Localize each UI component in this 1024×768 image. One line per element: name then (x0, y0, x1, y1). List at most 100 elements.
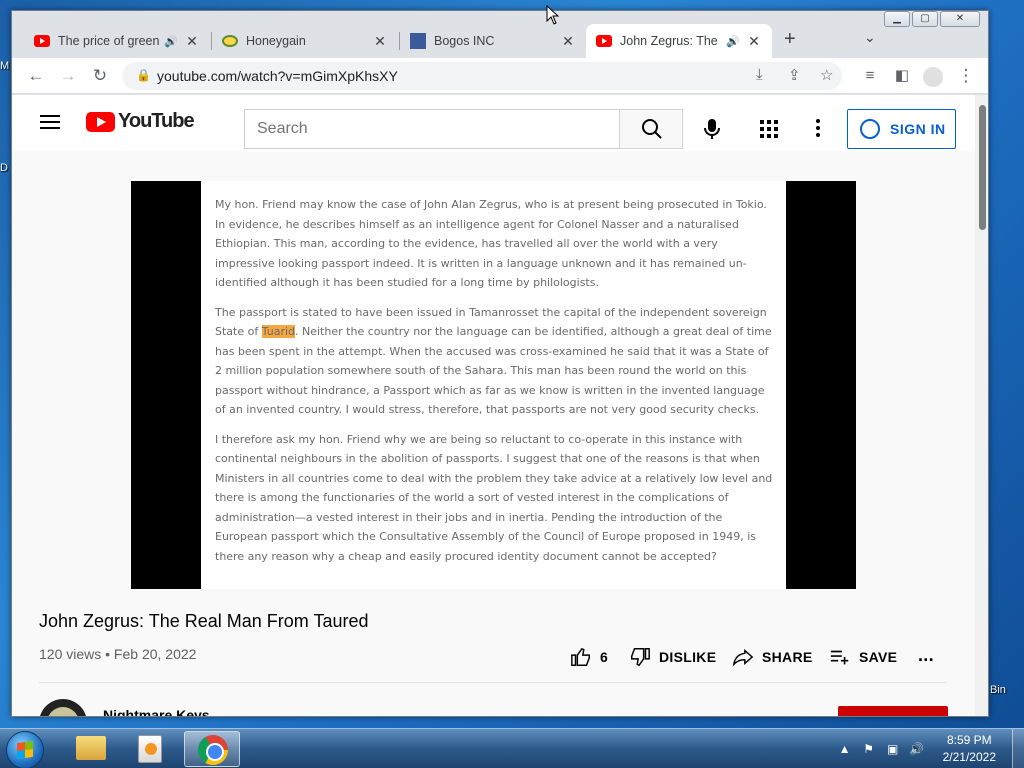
browser-window: The price of green 🔊 ✕ Honeygain ✕ Bogos… (11, 10, 989, 717)
like-button[interactable]: 6 (570, 645, 608, 669)
url-text[interactable]: youtube.com/watch?v=mGimXpKhsXY (157, 68, 398, 84)
desktop-icon-label: M (0, 60, 10, 72)
sign-in-button[interactable]: SIGN IN (847, 109, 956, 149)
tab-john-zegrus[interactable]: John Zegrus: The R 🔊 ✕ (586, 24, 772, 58)
tab-bogos-inc[interactable]: Bogos INC ✕ (400, 24, 586, 58)
forward-arrow-icon[interactable]: → (56, 64, 80, 88)
microphone-icon (704, 119, 720, 139)
subscribe-button[interactable]: SUBSCRIBE (838, 706, 948, 716)
media-player-icon (138, 735, 162, 763)
youtube-logo-icon (86, 111, 115, 132)
youtube-logo-text: YouTube (118, 110, 195, 132)
youtube-favicon-icon (34, 35, 50, 47)
mouse-cursor-icon (546, 5, 560, 25)
back-arrow-icon[interactable]: ← (24, 64, 48, 88)
search-input[interactable] (245, 110, 619, 148)
tab-title: Bogos INC (434, 34, 495, 48)
apps-grid-icon[interactable] (760, 120, 778, 138)
tab-title: Honeygain (246, 34, 306, 48)
sign-in-label: SIGN IN (890, 121, 946, 137)
clock-date: 2/21/2022 (942, 750, 996, 764)
channel-avatar[interactable] (39, 699, 87, 716)
start-button[interactable] (6, 731, 44, 768)
close-window-button[interactable]: ✕ (940, 11, 980, 27)
bogos-favicon-icon (410, 33, 426, 49)
like-count: 6 (600, 649, 609, 665)
search-box (244, 109, 620, 149)
window-controls: ▁ ▢ ✕ (882, 11, 980, 27)
share-icon[interactable]: ⇪ (788, 66, 801, 84)
thumbs-up-icon (571, 647, 590, 666)
action-center-flag-icon[interactable]: ⚑ (861, 741, 877, 757)
highlighted-word: Tuarid (261, 325, 296, 338)
tab-title: John Zegrus: The R (620, 34, 723, 48)
youtube-favicon-icon (596, 35, 612, 47)
tab-search-chevron-icon[interactable]: ⌄ (864, 29, 876, 46)
dislike-button[interactable]: DISLIKE (629, 645, 716, 669)
divider (39, 682, 947, 683)
more-actions-button[interactable]: ... (918, 643, 934, 667)
search-button[interactable] (619, 109, 683, 149)
video-title: John Zegrus: The Real Man From Taured (39, 611, 369, 631)
show-desktop-button[interactable] (1012, 729, 1024, 768)
guide-menu-icon[interactable] (40, 115, 60, 129)
bookmark-star-icon[interactable]: ☆ (820, 66, 833, 84)
address-bar[interactable]: 🔒 youtube.com/watch?v=mGimXpKhsXY ⤓ ⇪ ☆ (122, 62, 842, 90)
volume-icon[interactable]: 🔊 (909, 741, 925, 757)
user-account-icon (860, 119, 880, 139)
video-frame-document: My hon. Friend may know the case of John… (201, 181, 786, 589)
taskbar-chrome[interactable] (184, 731, 240, 767)
search-icon (642, 119, 662, 139)
youtube-masthead: YouTube Search SIGN IN (12, 95, 975, 151)
video-player[interactable]: My hon. Friend may know the case of John… (131, 181, 856, 589)
recycle-bin-label[interactable]: Bin (990, 684, 1006, 696)
tab-price-of-green[interactable]: The price of green 🔊 ✕ (24, 24, 210, 58)
tab-bar: The price of green 🔊 ✕ Honeygain ✕ Bogos… (12, 11, 988, 58)
close-tab-icon[interactable]: ✕ (560, 33, 576, 50)
taskbar-media-player[interactable] (122, 731, 178, 767)
close-tab-icon[interactable]: ✕ (746, 33, 762, 50)
document-paragraph: I therefore ask my hon. Friend why we ar… (215, 432, 773, 563)
share-label: SHARE (762, 649, 813, 665)
media-control-icon[interactable]: ≡ (858, 64, 882, 88)
taskbar-explorer[interactable] (62, 731, 118, 767)
speaker-icon[interactable]: 🔊 (726, 35, 740, 48)
lock-icon[interactable]: 🔒 (136, 68, 151, 82)
profile-avatar-icon[interactable] (921, 64, 945, 88)
clock[interactable]: 8:59 PM 2/21/2022 (943, 732, 996, 766)
settings-more-icon[interactable] (816, 119, 820, 140)
maximize-button[interactable]: ▢ (912, 11, 938, 27)
document-text: . Neither the country nor the language c… (215, 325, 772, 416)
save-button[interactable]: SAVE (829, 645, 897, 669)
save-label: SAVE (859, 649, 898, 665)
browser-toolbar: ← → ↻ 🔒 youtube.com/watch?v=mGimXpKhsXY … (12, 58, 988, 94)
honeygain-favicon-icon (222, 35, 238, 47)
tab-honeygain[interactable]: Honeygain ✕ (212, 24, 398, 58)
share-button[interactable]: SHARE (732, 645, 813, 669)
tab-title: The price of green (58, 34, 160, 48)
speaker-icon[interactable]: 🔊 (164, 35, 178, 48)
new-tab-button[interactable]: + (784, 28, 796, 51)
reload-icon[interactable]: ↻ (88, 64, 112, 88)
document-paragraph: My hon. Friend may know the case of John… (215, 198, 767, 289)
scrollbar-thumb[interactable] (979, 105, 986, 230)
tray-expand-icon[interactable]: ▲ (837, 741, 853, 757)
document-paragraph: The passport is stated to have been issu… (215, 303, 774, 420)
playlist-add-icon (830, 650, 849, 665)
minimize-button[interactable]: ▁ (884, 11, 910, 27)
thumbs-down-icon (631, 648, 650, 667)
dislike-label: DISLIKE (659, 649, 717, 665)
share-arrow-icon (732, 648, 754, 667)
browser-menu-icon[interactable]: ⋮ (954, 64, 978, 88)
youtube-page: YouTube Search SIGN IN My hon. Friend ma… (12, 95, 988, 716)
channel-name[interactable]: Nightmare Keys (103, 707, 210, 716)
system-tray: ▲ ⚑ ▣ 🔊 8:59 PM 2/21/2022 (837, 729, 1024, 768)
page-scrollbar[interactable] (975, 95, 988, 716)
youtube-logo[interactable]: YouTube (86, 110, 195, 133)
install-app-icon[interactable]: ⤓ (756, 66, 763, 83)
close-tab-icon[interactable]: ✕ (372, 33, 388, 50)
network-icon[interactable]: ▣ (885, 741, 901, 757)
voice-search-button[interactable] (696, 113, 728, 145)
side-panel-icon[interactable]: ◧ (890, 64, 914, 88)
close-tab-icon[interactable]: ✕ (184, 33, 200, 50)
